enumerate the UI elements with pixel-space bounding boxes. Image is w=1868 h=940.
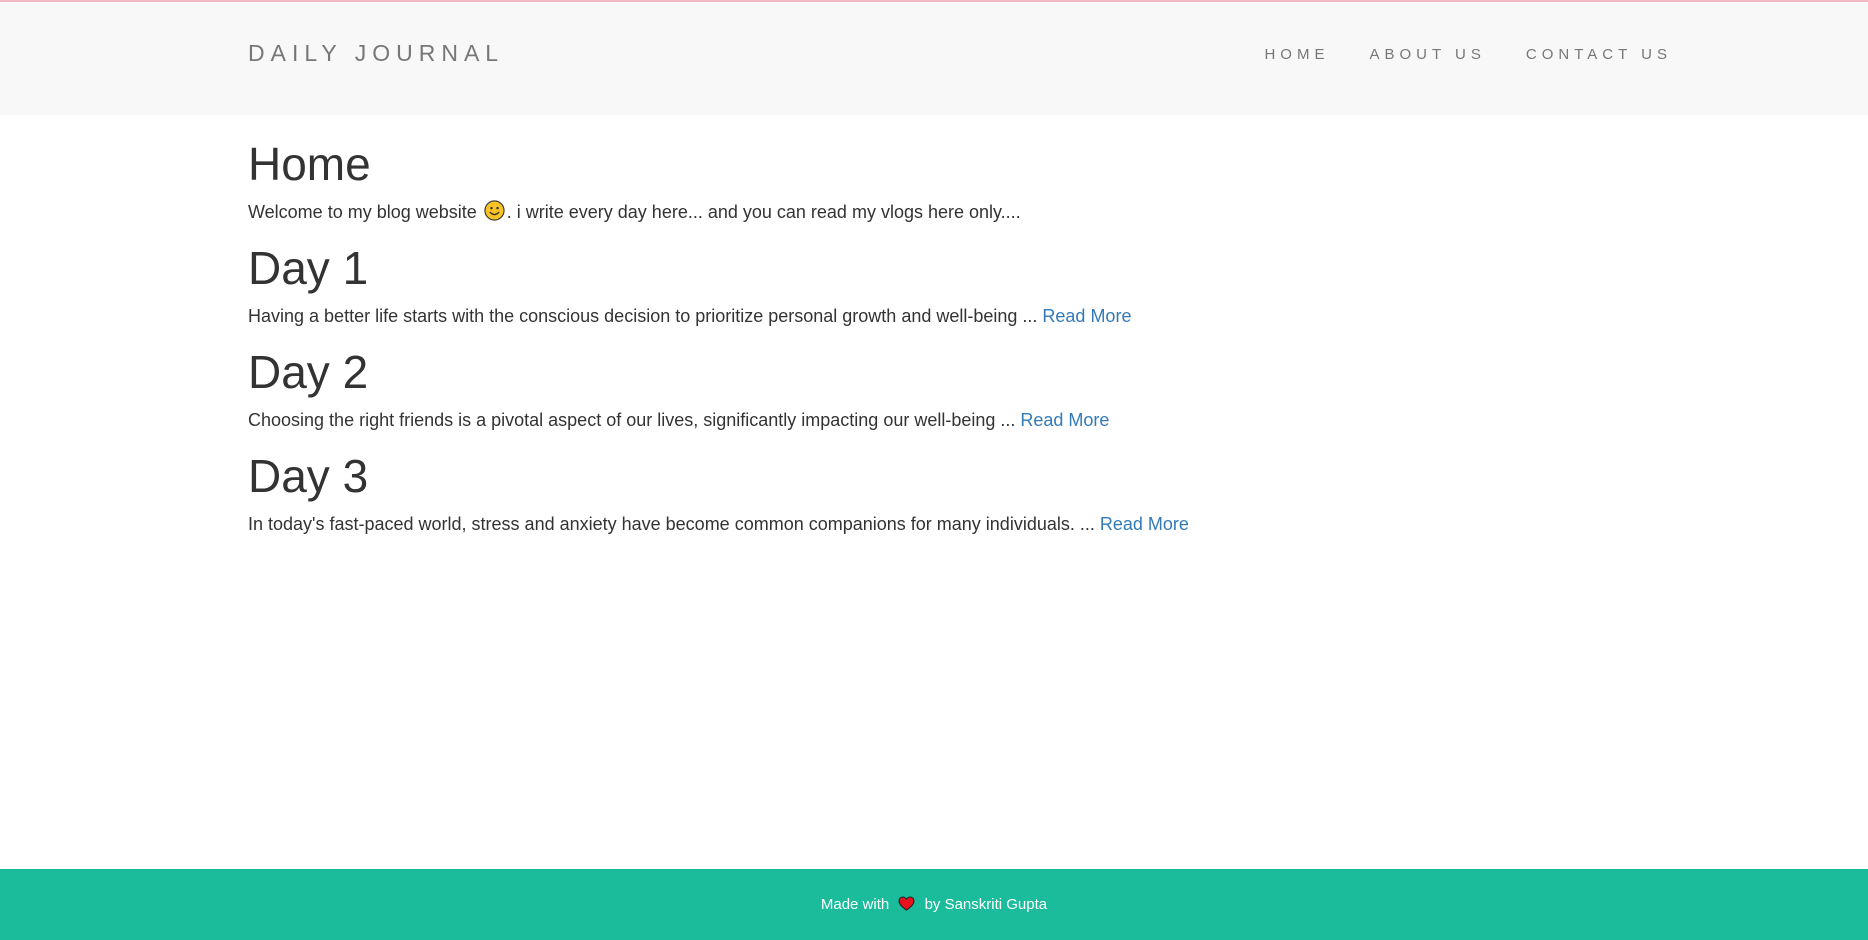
footer-text-start: Made with xyxy=(820,896,894,913)
navbar: DAILY JOURNAL HOME ABOUT US CONTACT US xyxy=(0,0,1868,115)
post-title: Day 1 xyxy=(248,242,369,294)
heart-icon xyxy=(898,896,915,911)
page: DAILY JOURNAL HOME ABOUT US CONTACT US H… xyxy=(0,0,1868,940)
read-more-link[interactable]: Read More xyxy=(1042,306,1131,326)
intro-text-end: . i write every day here... and you can … xyxy=(506,202,1021,222)
post-excerpt-text: In today's fast-paced world, stress and … xyxy=(248,514,1100,534)
post-day-3: Day 3 In today's fast-paced world, stres… xyxy=(248,450,1620,536)
post-excerpt-text: Choosing the right friends is a pivotal … xyxy=(248,410,1021,430)
post-excerpt-text: Having a better life starts with the con… xyxy=(248,306,1043,326)
post-excerpt: Having a better life starts with the con… xyxy=(248,304,1620,328)
read-more-link[interactable]: Read More xyxy=(1020,410,1109,430)
intro-text: Welcome to my blog website . i write eve… xyxy=(248,200,1620,224)
nav-item-home: HOME xyxy=(1264,46,1329,64)
footer-text-end: by Sanskriti Gupta xyxy=(920,896,1048,913)
nav-item-contact: CONTACT US xyxy=(1526,46,1672,64)
post-excerpt: Choosing the right friends is a pivotal … xyxy=(248,408,1620,432)
nav-link-contact-us[interactable]: CONTACT US xyxy=(1526,46,1672,63)
post-day-1: Day 1 Having a better life starts with t… xyxy=(248,242,1620,328)
main-content: Home Welcome to my blog website . i writ… xyxy=(248,138,1620,554)
post-excerpt: In today's fast-paced world, stress and … xyxy=(248,512,1620,536)
nav-link-home[interactable]: HOME xyxy=(1264,46,1329,63)
post-day-2: Day 2 Choosing the right friends is a pi… xyxy=(248,346,1620,432)
nav-item-about: ABOUT US xyxy=(1369,46,1485,64)
post-title: Day 2 xyxy=(248,346,369,398)
page-title: Home xyxy=(248,138,371,190)
intro-text-start: Welcome to my blog website xyxy=(248,202,482,222)
post-title: Day 3 xyxy=(248,450,369,502)
footer: Made with by Sanskriti Gupta xyxy=(0,869,1868,940)
nav-links: HOME ABOUT US CONTACT US xyxy=(1224,46,1672,64)
nav-link-about-us[interactable]: ABOUT US xyxy=(1369,46,1485,63)
brand-logo-link[interactable]: DAILY JOURNAL xyxy=(248,40,504,67)
read-more-link[interactable]: Read More xyxy=(1100,514,1189,534)
smiley-face-icon xyxy=(484,200,505,221)
